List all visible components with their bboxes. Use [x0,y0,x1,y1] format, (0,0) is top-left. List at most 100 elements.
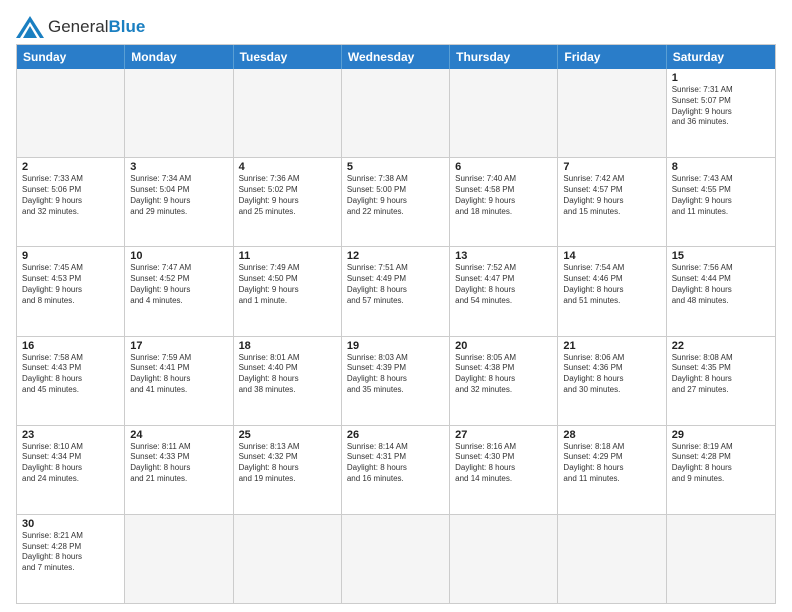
logo-icon [16,16,44,38]
day-number: 3 [130,161,227,173]
calendar: SundayMondayTuesdayWednesdayThursdayFrid… [16,44,776,604]
day-number: 1 [672,72,770,84]
cell-info: Sunrise: 7:52 AM Sunset: 4:47 PM Dayligh… [455,263,552,306]
calendar-cell [17,69,125,157]
calendar-cell [125,515,233,603]
day-number: 8 [672,161,770,173]
day-number: 23 [22,429,119,441]
header-day-friday: Friday [558,45,666,69]
cell-info: Sunrise: 7:56 AM Sunset: 4:44 PM Dayligh… [672,263,770,306]
calendar-cell: 18Sunrise: 8:01 AM Sunset: 4:40 PM Dayli… [234,337,342,425]
calendar-cell: 25Sunrise: 8:13 AM Sunset: 4:32 PM Dayli… [234,426,342,514]
calendar-cell [234,69,342,157]
calendar-cell: 21Sunrise: 8:06 AM Sunset: 4:36 PM Dayli… [558,337,666,425]
page: GeneralBlue SundayMondayTuesdayWednesday… [0,0,792,612]
calendar-cell: 20Sunrise: 8:05 AM Sunset: 4:38 PM Dayli… [450,337,558,425]
calendar-cell: 8Sunrise: 7:43 AM Sunset: 4:55 PM Daylig… [667,158,775,246]
cell-info: Sunrise: 7:33 AM Sunset: 5:06 PM Dayligh… [22,174,119,217]
calendar-cell: 3Sunrise: 7:34 AM Sunset: 5:04 PM Daylig… [125,158,233,246]
calendar-row-4: 23Sunrise: 8:10 AM Sunset: 4:34 PM Dayli… [17,426,775,515]
calendar-header: SundayMondayTuesdayWednesdayThursdayFrid… [17,45,775,69]
header: GeneralBlue [16,12,776,38]
cell-info: Sunrise: 8:01 AM Sunset: 4:40 PM Dayligh… [239,353,336,396]
calendar-cell [450,69,558,157]
calendar-cell: 9Sunrise: 7:45 AM Sunset: 4:53 PM Daylig… [17,247,125,335]
calendar-cell: 19Sunrise: 8:03 AM Sunset: 4:39 PM Dayli… [342,337,450,425]
cell-info: Sunrise: 8:03 AM Sunset: 4:39 PM Dayligh… [347,353,444,396]
calendar-cell: 29Sunrise: 8:19 AM Sunset: 4:28 PM Dayli… [667,426,775,514]
day-number: 18 [239,340,336,352]
logo: GeneralBlue [16,16,145,38]
calendar-cell [342,69,450,157]
cell-info: Sunrise: 7:31 AM Sunset: 5:07 PM Dayligh… [672,85,770,128]
cell-info: Sunrise: 7:58 AM Sunset: 4:43 PM Dayligh… [22,353,119,396]
cell-info: Sunrise: 7:51 AM Sunset: 4:49 PM Dayligh… [347,263,444,306]
calendar-cell: 27Sunrise: 8:16 AM Sunset: 4:30 PM Dayli… [450,426,558,514]
header-day-tuesday: Tuesday [234,45,342,69]
cell-info: Sunrise: 7:47 AM Sunset: 4:52 PM Dayligh… [130,263,227,306]
cell-info: Sunrise: 8:18 AM Sunset: 4:29 PM Dayligh… [563,442,660,485]
calendar-cell: 11Sunrise: 7:49 AM Sunset: 4:50 PM Dayli… [234,247,342,335]
day-number: 7 [563,161,660,173]
cell-info: Sunrise: 8:14 AM Sunset: 4:31 PM Dayligh… [347,442,444,485]
header-day-wednesday: Wednesday [342,45,450,69]
cell-info: Sunrise: 7:49 AM Sunset: 4:50 PM Dayligh… [239,263,336,306]
day-number: 26 [347,429,444,441]
day-number: 5 [347,161,444,173]
calendar-cell: 23Sunrise: 8:10 AM Sunset: 4:34 PM Dayli… [17,426,125,514]
cell-info: Sunrise: 8:08 AM Sunset: 4:35 PM Dayligh… [672,353,770,396]
calendar-cell: 1Sunrise: 7:31 AM Sunset: 5:07 PM Daylig… [667,69,775,157]
cell-info: Sunrise: 8:21 AM Sunset: 4:28 PM Dayligh… [22,531,119,574]
cell-info: Sunrise: 8:19 AM Sunset: 4:28 PM Dayligh… [672,442,770,485]
header-day-monday: Monday [125,45,233,69]
calendar-row-3: 16Sunrise: 7:58 AM Sunset: 4:43 PM Dayli… [17,337,775,426]
cell-info: Sunrise: 7:43 AM Sunset: 4:55 PM Dayligh… [672,174,770,217]
day-number: 12 [347,250,444,262]
cell-info: Sunrise: 7:34 AM Sunset: 5:04 PM Dayligh… [130,174,227,217]
header-day-sunday: Sunday [17,45,125,69]
day-number: 6 [455,161,552,173]
calendar-cell: 16Sunrise: 7:58 AM Sunset: 4:43 PM Dayli… [17,337,125,425]
day-number: 2 [22,161,119,173]
calendar-body: 1Sunrise: 7:31 AM Sunset: 5:07 PM Daylig… [17,69,775,603]
calendar-cell: 22Sunrise: 8:08 AM Sunset: 4:35 PM Dayli… [667,337,775,425]
calendar-cell: 30Sunrise: 8:21 AM Sunset: 4:28 PM Dayli… [17,515,125,603]
calendar-cell: 6Sunrise: 7:40 AM Sunset: 4:58 PM Daylig… [450,158,558,246]
cell-info: Sunrise: 7:59 AM Sunset: 4:41 PM Dayligh… [130,353,227,396]
cell-info: Sunrise: 8:10 AM Sunset: 4:34 PM Dayligh… [22,442,119,485]
day-number: 27 [455,429,552,441]
cell-info: Sunrise: 8:05 AM Sunset: 4:38 PM Dayligh… [455,353,552,396]
calendar-cell [234,515,342,603]
cell-info: Sunrise: 8:06 AM Sunset: 4:36 PM Dayligh… [563,353,660,396]
calendar-cell: 10Sunrise: 7:47 AM Sunset: 4:52 PM Dayli… [125,247,233,335]
day-number: 16 [22,340,119,352]
calendar-row-5: 30Sunrise: 8:21 AM Sunset: 4:28 PM Dayli… [17,515,775,603]
calendar-row-1: 2Sunrise: 7:33 AM Sunset: 5:06 PM Daylig… [17,158,775,247]
calendar-row-2: 9Sunrise: 7:45 AM Sunset: 4:53 PM Daylig… [17,247,775,336]
day-number: 11 [239,250,336,262]
calendar-cell: 26Sunrise: 8:14 AM Sunset: 4:31 PM Dayli… [342,426,450,514]
day-number: 14 [563,250,660,262]
day-number: 22 [672,340,770,352]
day-number: 29 [672,429,770,441]
calendar-cell: 17Sunrise: 7:59 AM Sunset: 4:41 PM Dayli… [125,337,233,425]
day-number: 15 [672,250,770,262]
calendar-cell: 2Sunrise: 7:33 AM Sunset: 5:06 PM Daylig… [17,158,125,246]
cell-info: Sunrise: 7:40 AM Sunset: 4:58 PM Dayligh… [455,174,552,217]
day-number: 4 [239,161,336,173]
day-number: 20 [455,340,552,352]
calendar-cell: 5Sunrise: 7:38 AM Sunset: 5:00 PM Daylig… [342,158,450,246]
header-day-thursday: Thursday [450,45,558,69]
day-number: 24 [130,429,227,441]
cell-info: Sunrise: 7:45 AM Sunset: 4:53 PM Dayligh… [22,263,119,306]
calendar-row-0: 1Sunrise: 7:31 AM Sunset: 5:07 PM Daylig… [17,69,775,158]
calendar-cell [125,69,233,157]
day-number: 30 [22,518,119,530]
cell-info: Sunrise: 7:42 AM Sunset: 4:57 PM Dayligh… [563,174,660,217]
day-number: 21 [563,340,660,352]
calendar-cell [667,515,775,603]
calendar-cell: 4Sunrise: 7:36 AM Sunset: 5:02 PM Daylig… [234,158,342,246]
cell-info: Sunrise: 8:13 AM Sunset: 4:32 PM Dayligh… [239,442,336,485]
calendar-cell: 14Sunrise: 7:54 AM Sunset: 4:46 PM Dayli… [558,247,666,335]
cell-info: Sunrise: 7:36 AM Sunset: 5:02 PM Dayligh… [239,174,336,217]
